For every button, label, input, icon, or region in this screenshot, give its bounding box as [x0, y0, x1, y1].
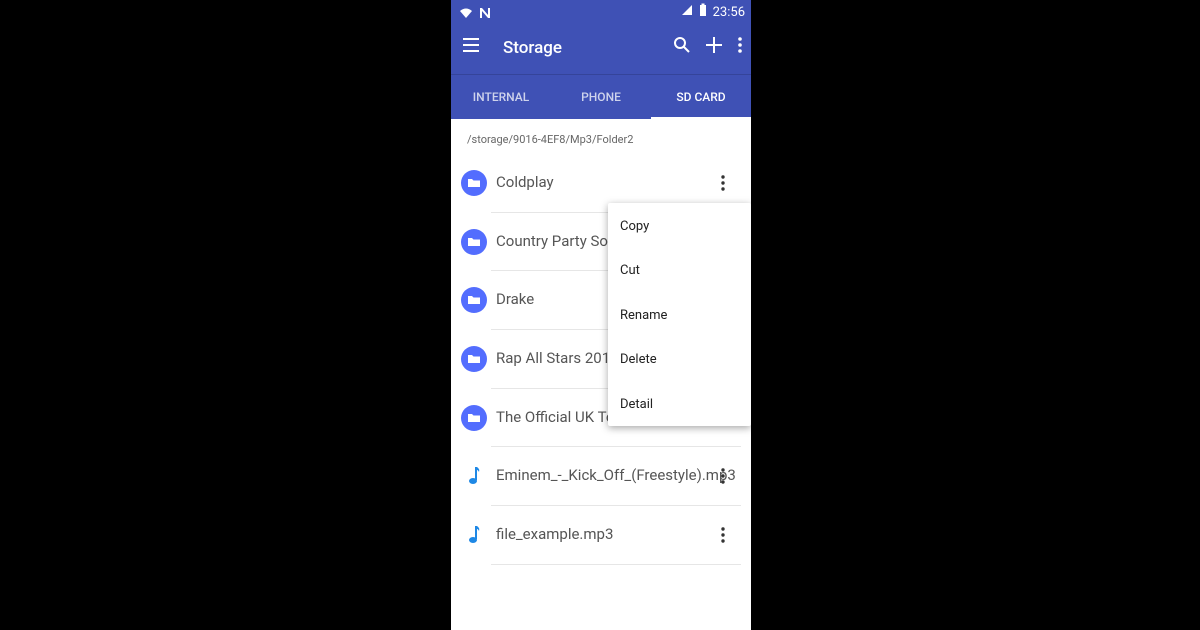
- signal-icon: [681, 4, 693, 20]
- context-menu: Copy Cut Rename Delete Detail: [608, 203, 751, 426]
- breadcrumb: /storage/9016-4EF8/Mp3/Folder2: [467, 133, 634, 146]
- item-more-icon[interactable]: [720, 467, 726, 485]
- battery-icon: [699, 3, 707, 21]
- list-item[interactable]: file_example.mp3: [451, 506, 751, 565]
- music-note-icon: [461, 522, 487, 548]
- file-name: Coldplay: [496, 173, 554, 191]
- menu-item-delete[interactable]: Delete: [620, 352, 657, 367]
- tab-phone[interactable]: PHONE: [551, 75, 651, 119]
- list-item[interactable]: Eminem_-_Kick_Off_(Freestyle).mp3: [451, 447, 751, 507]
- add-icon[interactable]: [705, 36, 723, 58]
- tab-internal[interactable]: INTERNAL: [451, 75, 551, 119]
- menu-item-cut[interactable]: Cut: [620, 263, 640, 278]
- tab-sd-card[interactable]: SD CARD: [651, 75, 751, 119]
- notification-icon: [479, 4, 491, 23]
- status-time: 23:56: [712, 4, 745, 20]
- file-name: file_example.mp3: [496, 525, 614, 544]
- menu-item-rename[interactable]: Rename: [620, 308, 667, 323]
- file-name: The Official UK Top: [496, 407, 623, 426]
- folder-icon: [461, 170, 487, 196]
- music-note-icon: [461, 463, 487, 489]
- file-name: Drake: [496, 290, 535, 309]
- page-title: Storage: [503, 38, 563, 58]
- storage-tabs: INTERNAL PHONE SD CARD: [451, 74, 751, 119]
- menu-item-copy[interactable]: Copy: [620, 219, 649, 234]
- folder-icon: [461, 228, 487, 255]
- search-icon[interactable]: [673, 36, 691, 58]
- menu-icon[interactable]: [463, 37, 487, 61]
- folder-icon: [461, 287, 487, 314]
- app-bar: Storage: [451, 24, 751, 74]
- folder-icon: [461, 404, 487, 431]
- item-more-icon[interactable]: [720, 174, 726, 192]
- overflow-menu-icon[interactable]: [737, 36, 743, 58]
- item-more-icon[interactable]: [720, 526, 726, 544]
- file-name: Eminem_-_Kick_Off_(Freestyle).mp3: [496, 466, 736, 485]
- status-bar: 23:56: [451, 0, 751, 24]
- menu-item-detail[interactable]: Detail: [620, 397, 653, 412]
- wifi-icon: [459, 4, 473, 23]
- file-name: Rap All Stars 2018 -: [496, 349, 627, 368]
- divider: [491, 563, 741, 565]
- folder-icon: [461, 346, 487, 373]
